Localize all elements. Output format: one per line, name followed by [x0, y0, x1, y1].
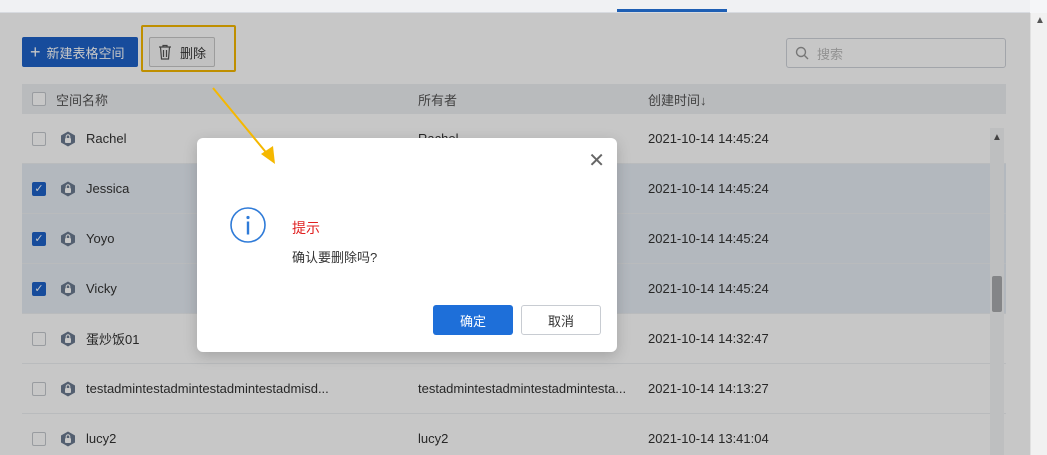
page-scrollbar[interactable]: ▲	[1030, 13, 1047, 455]
confirm-dialog: ✕ 提示 确认要删除吗? 确定 取消	[197, 138, 617, 352]
active-tab-indicator	[617, 9, 727, 12]
cancel-button[interactable]: 取消	[521, 305, 601, 335]
page-scroll-up-icon[interactable]: ▲	[1035, 15, 1045, 26]
dialog-title: 提示	[292, 220, 320, 236]
top-tab-bar	[0, 0, 1030, 13]
annotation-arrow	[212, 87, 275, 164]
confirm-button[interactable]: 确定	[433, 305, 513, 335]
close-icon[interactable]: ✕	[588, 148, 605, 173]
info-icon	[230, 207, 266, 243]
dialog-message: 确认要删除吗?	[292, 250, 378, 265]
